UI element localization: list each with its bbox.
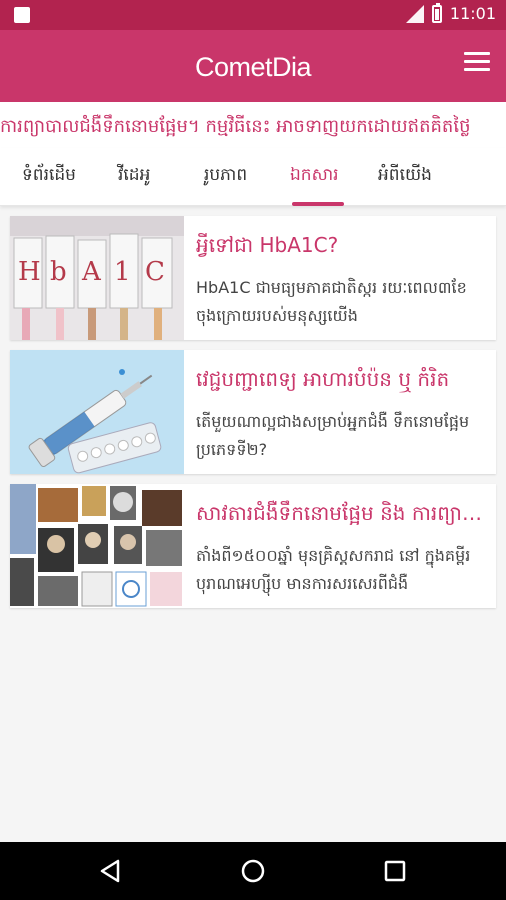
- app-logo: CometDia: [0, 52, 506, 83]
- article-card[interactable]: H b A 1 C អ្វីទៅជា HbA1C? HbA1C ជាមធ្យមភ…: [10, 216, 496, 340]
- status-bar: 11:01: [0, 0, 506, 30]
- tab-documents[interactable]: ឯកសារ: [290, 164, 339, 189]
- svg-text:C: C: [145, 257, 165, 287]
- tab-home[interactable]: ទំព័រដើម: [22, 164, 76, 189]
- news-ticker[interactable]: ការព្យាបាលជំងឺទឹកនោមផ្អែម។ កម្មវិធីនេះ អ…: [0, 102, 506, 148]
- tab-video[interactable]: វីដេអូ: [118, 164, 150, 189]
- tab-bar: ទំព័រដើម វីដេអូ រូបភាព ឯកសារ អំពីយើង: [0, 148, 506, 206]
- tab-about[interactable]: អំពីយើង: [378, 164, 432, 189]
- signal-icon: [405, 4, 424, 23]
- article-description: តើមួយណាល្អជាងសម្រាប់អ្នកជំងឺ ទឹកនោមផ្អែម…: [196, 412, 470, 459]
- notification-icon: [14, 7, 30, 23]
- recents-icon[interactable]: [380, 856, 410, 886]
- article-title: វេជ្ជបញ្ជាពេទ្យ អាហារបំប៉ន ឬ កំរិត: [196, 367, 450, 391]
- article-description: តាំងពី១៥០០ឆ្នាំ មុនគ្រិស្តសករាជ នៅ ក្នុង…: [196, 546, 471, 593]
- tab-images[interactable]: រូបភាព: [204, 164, 247, 189]
- svg-text:1: 1: [114, 257, 131, 287]
- app-bar: CometDia: [0, 30, 506, 102]
- svg-text:b: b: [50, 257, 67, 287]
- ticker-text: ការព្យាបាលជំងឺទឹកនោមផ្អែម។ កម្មវិធីនេះ អ…: [0, 116, 471, 137]
- hba1c-blocks-image: H b A 1 C: [10, 216, 184, 340]
- back-icon[interactable]: [96, 856, 126, 886]
- home-icon[interactable]: [238, 856, 268, 886]
- article-title: សាវតារជំងឺទឹកនោមផ្អែម និង ការព្យាបាល: [196, 501, 486, 525]
- svg-text:H: H: [18, 257, 41, 287]
- system-navigation-bar: [0, 842, 506, 900]
- app-logo-text: CometDia: [194, 52, 312, 82]
- svg-text:A: A: [81, 257, 102, 287]
- article-title: អ្វីទៅជា HbA1C?: [196, 233, 339, 257]
- history-collage-image: [10, 484, 184, 608]
- hamburger-menu-icon[interactable]: [464, 52, 490, 74]
- article-card[interactable]: វេជ្ជបញ្ជាពេទ្យ អាហារបំប៉ន ឬ កំរិត តើមួយ…: [10, 350, 496, 474]
- article-description: HbA1C ជាមធ្យមភាគជាតិស្ករ រយៈពេល៣ខែចុងក្រ…: [196, 278, 467, 325]
- status-time: 11:01: [449, 4, 496, 23]
- active-tab-indicator: [292, 202, 344, 206]
- status-icons: 11:01: [405, 2, 496, 23]
- article-card[interactable]: សាវតារជំងឺទឹកនោមផ្អែម និង ការព្យាបាល តាំ…: [10, 484, 496, 608]
- battery-icon: [431, 2, 442, 23]
- syringe-pills-image: [10, 350, 184, 474]
